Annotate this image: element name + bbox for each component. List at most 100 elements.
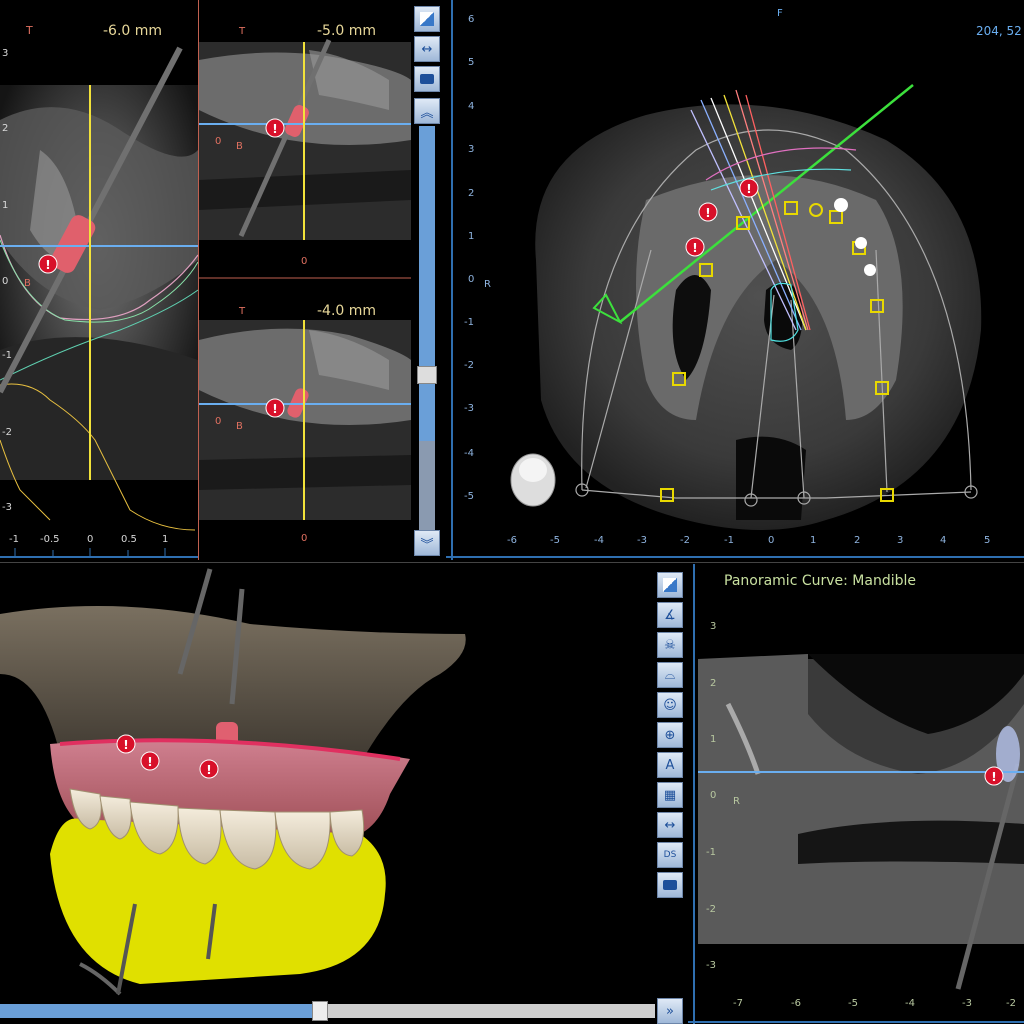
select-tool-button[interactable] <box>657 572 683 598</box>
x-tick: 3 <box>897 535 904 546</box>
3d-model-pane[interactable]: ! ! ! <box>0 564 655 1024</box>
slice-offset-label: -4.0 mm <box>317 303 377 319</box>
warning-icon: ! <box>685 237 705 257</box>
warning-icon: ! <box>116 734 136 754</box>
angle-tool-button[interactable]: ∡ <box>657 602 683 628</box>
pane-divider <box>0 562 1024 563</box>
x-tick: 1 <box>162 534 169 545</box>
coordinate-readout: 204, 52 <box>976 24 1022 38</box>
skull-view-button[interactable]: ☠ <box>657 632 683 658</box>
x-tick: -1 <box>724 535 734 546</box>
x-tick: -3 <box>637 535 647 546</box>
slice-offset-label: -6.0 mm <box>103 23 163 39</box>
side-label: B <box>24 278 31 289</box>
svg-text:!: ! <box>991 770 996 784</box>
face-icon: ☺ <box>663 697 677 713</box>
side-label: B <box>236 141 243 152</box>
y-tick: -4 <box>464 448 474 459</box>
x-tick: -7 <box>733 998 743 1009</box>
measure-distance-button[interactable]: ↔ <box>657 812 683 838</box>
x-tick: -2 <box>680 535 690 546</box>
measure-distance-button[interactable]: ↔ <box>414 36 440 62</box>
y-tick: -5 <box>464 491 474 502</box>
svg-text:!: ! <box>272 402 277 416</box>
arch-icon: ⌓ <box>664 667 676 683</box>
scroll-up-button[interactable]: ︽ <box>414 98 440 124</box>
y-tick: -1 <box>464 317 474 328</box>
center-view-button[interactable]: ⊕ <box>657 722 683 748</box>
warning-icon: ! <box>739 178 759 198</box>
side-label: B <box>236 421 243 432</box>
y-tick: 2 <box>468 188 475 199</box>
svg-text:!: ! <box>147 755 152 769</box>
y-tick: 3 <box>710 621 717 632</box>
slice-offset-label: -5.0 mm <box>317 23 377 39</box>
cross-section-bottom-pane[interactable]: ! T -4.0 mm 0 B 0 <box>199 280 411 560</box>
screenshot-button[interactable] <box>657 872 683 898</box>
y-tick: -2 <box>706 904 716 915</box>
warning-icon: ! <box>140 751 160 771</box>
y-tick: -3 <box>2 502 12 513</box>
warning-icon: ! <box>199 759 219 779</box>
y-tick: -3 <box>464 403 474 414</box>
y-tick: 1 <box>468 231 475 242</box>
grid-icon: ▦ <box>663 787 677 803</box>
y-tick: 4 <box>468 101 475 112</box>
y-tick: 3 <box>2 48 9 59</box>
axial-view-pane[interactable]: ! ! ! F R 204, 52 6 5 4 3 2 1 0 -1 -2 -3 <box>446 0 1024 562</box>
angle-icon: ∡ <box>664 607 676 623</box>
chevron-down-icon: ︾ <box>420 537 434 553</box>
cross-section-main-pane[interactable]: ! T -6.0 mm B 3 2 1 0 -1 -2 -3 -1 -0.5 0… <box>0 0 198 560</box>
cross-section-top-pane[interactable]: ! T -5.0 mm 0 B 0 <box>199 0 411 279</box>
rotation-slider-fill <box>0 1004 315 1018</box>
svg-text:!: ! <box>206 763 211 777</box>
zero-label: 0 <box>215 136 222 147</box>
ds-tool-button[interactable]: DS <box>657 842 683 868</box>
x-tick: 1 <box>810 535 817 546</box>
bottom-zero-label: 0 <box>301 533 308 544</box>
rotation-slider-track[interactable] <box>0 1001 655 1021</box>
slice-scrollbar-thumb[interactable] <box>417 366 437 384</box>
screenshot-button[interactable] <box>414 66 440 92</box>
annotation-button[interactable]: A <box>657 752 683 778</box>
y-tick: 3 <box>468 144 475 155</box>
chevron-right-icon: » <box>666 1003 674 1019</box>
x-tick: 0 <box>87 534 94 545</box>
x-tick: 0.5 <box>121 534 137 545</box>
svg-text:!: ! <box>272 122 277 136</box>
skull-icon: ☠ <box>664 637 676 653</box>
scroll-down-button[interactable]: ︾ <box>414 530 440 556</box>
svg-text:!: ! <box>705 206 710 220</box>
x-tick: 2 <box>854 535 861 546</box>
warning-icon: ! <box>698 202 718 222</box>
skull-orientation-icon <box>510 453 556 507</box>
svg-text:!: ! <box>692 241 697 255</box>
y-tick: 1 <box>2 200 9 211</box>
panoramic-title: Panoramic Curve: Mandible <box>724 573 917 589</box>
crosshair-icon: ⊕ <box>664 727 676 743</box>
select-tool-button[interactable] <box>414 6 440 32</box>
panoramic-view-pane[interactable]: ! Panoramic Curve: Mandible R 3 2 1 0 -1… <box>688 564 1024 1024</box>
camera-icon <box>420 74 434 84</box>
y-tick: 2 <box>710 678 717 689</box>
arch-view-button[interactable]: ⌓ <box>657 662 683 688</box>
cross-section-top-image: ! <box>199 38 411 279</box>
x-tick: -5 <box>550 535 560 546</box>
x-tick: -4 <box>905 998 915 1009</box>
slice-toolbar: ↔ ︽ ︾ <box>412 0 444 560</box>
y-tick: 5 <box>468 57 475 68</box>
right-marker: R <box>733 796 740 807</box>
right-marker: R <box>484 279 491 290</box>
y-tick: -1 <box>2 350 12 361</box>
grid-view-button[interactable]: ▦ <box>657 782 683 808</box>
y-tick: -2 <box>2 427 12 438</box>
x-tick: -5 <box>848 998 858 1009</box>
slice-scrollbar-track[interactable] <box>417 126 437 530</box>
rotation-slider-thumb[interactable] <box>312 1001 328 1021</box>
face-view-button[interactable]: ☺ <box>657 692 683 718</box>
warning-icon: ! <box>265 398 285 418</box>
next-view-button[interactable]: » <box>657 998 683 1024</box>
warning-icon: ! <box>984 766 1004 786</box>
measure-distance-icon: ↔ <box>664 817 676 833</box>
view-toolbar: ∡ ☠ ⌓ ☺ ⊕ A ▦ ↔ DS <box>657 572 685 912</box>
